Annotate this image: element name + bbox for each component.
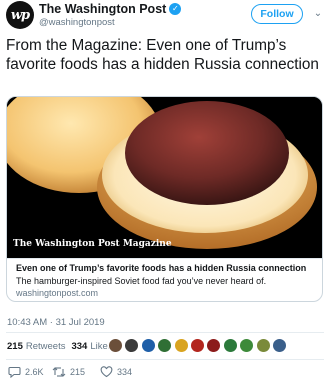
tweet-text: From the Magazine: Even one of Trump’s f… xyxy=(6,37,319,73)
retweet-icon xyxy=(52,367,66,377)
reply-icon xyxy=(8,366,21,378)
verified-badge-icon: ✓ xyxy=(169,3,182,15)
liker-avatar[interactable] xyxy=(189,338,205,353)
liker-avatar[interactable] xyxy=(140,338,156,353)
card-title[interactable]: Even one of Trump’s favorite foods has a… xyxy=(16,263,306,274)
engagement-stats: 215 Retweets 334 Likes xyxy=(7,336,119,356)
retweets-label[interactable]: Retweets xyxy=(26,341,66,352)
liker-avatar[interactable] xyxy=(124,338,140,353)
timestamp[interactable]: 10:43 AM · 31 Jul 2019 xyxy=(7,317,105,329)
display-name-row[interactable]: The Washington Post ✓ xyxy=(39,2,182,16)
account-names[interactable]: The Washington Post ✓ @washingtonpost xyxy=(39,2,182,29)
avatar[interactable]: wp xyxy=(6,1,34,29)
reply-count: 2.6K xyxy=(25,367,44,377)
card-image[interactable]: The Washington Post Magazine xyxy=(7,97,322,258)
liker-avatar[interactable] xyxy=(271,338,287,353)
like-action[interactable]: 334 xyxy=(100,365,132,379)
liker-avatar[interactable] xyxy=(108,338,123,353)
follow-button[interactable]: Follow xyxy=(251,4,303,24)
liker-avatar[interactable] xyxy=(222,338,238,353)
card-description: The hamburger-inspired Soviet food fad y… xyxy=(16,276,267,286)
liker-avatars[interactable] xyxy=(108,338,288,353)
avatar-logo-text: wp xyxy=(10,7,30,23)
heart-icon xyxy=(100,366,113,378)
retweets-count[interactable]: 215 xyxy=(7,341,23,352)
magazine-logo: The Washington Post Magazine xyxy=(13,239,172,249)
card-domain: washingtonpost.com xyxy=(16,288,99,298)
handle[interactable]: @washingtonpost xyxy=(39,17,181,29)
like-count: 334 xyxy=(117,367,133,377)
liker-avatar[interactable] xyxy=(173,338,189,353)
chevron-down-icon[interactable]: ⌄ xyxy=(312,6,324,20)
liker-avatar[interactable] xyxy=(157,338,173,353)
divider xyxy=(6,359,324,360)
likes-count[interactable]: 334 xyxy=(71,341,87,352)
reply-action[interactable]: 2.6K xyxy=(8,365,44,379)
tweet: wp The Washington Post ✓ @washingtonpost… xyxy=(0,0,330,381)
retweet-count: 215 xyxy=(70,367,86,377)
divider xyxy=(6,332,324,333)
liker-avatar[interactable] xyxy=(255,338,271,353)
retweet-action[interactable]: 215 xyxy=(52,365,85,379)
display-name[interactable]: The Washington Post xyxy=(39,2,166,16)
hamburger-bun-illustration xyxy=(7,97,322,258)
link-card[interactable]: The Washington Post Magazine Even one of… xyxy=(6,96,323,302)
liker-avatar[interactable] xyxy=(239,338,255,353)
card-body[interactable]: Even one of Trump’s favorite foods has a… xyxy=(7,258,322,301)
liker-avatar[interactable] xyxy=(206,338,222,353)
action-bar: 2.6K 215 334 xyxy=(0,365,330,381)
